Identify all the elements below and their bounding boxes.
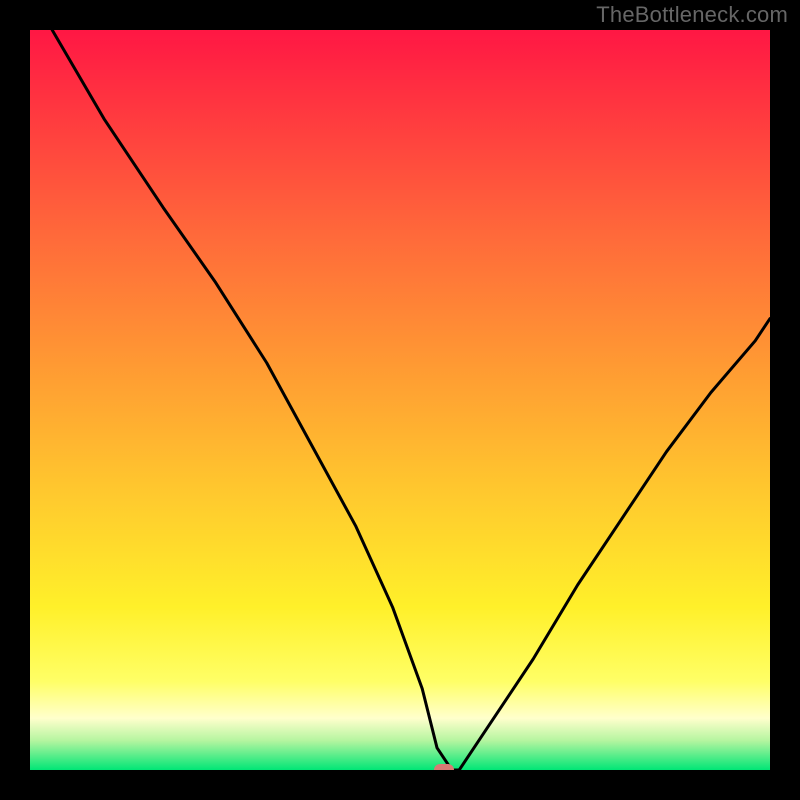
optimal-marker [434, 764, 454, 770]
watermark-text: TheBottleneck.com [596, 2, 788, 28]
chart-container: TheBottleneck.com [0, 0, 800, 800]
plot-area [30, 30, 770, 770]
bottleneck-curve [30, 30, 770, 770]
